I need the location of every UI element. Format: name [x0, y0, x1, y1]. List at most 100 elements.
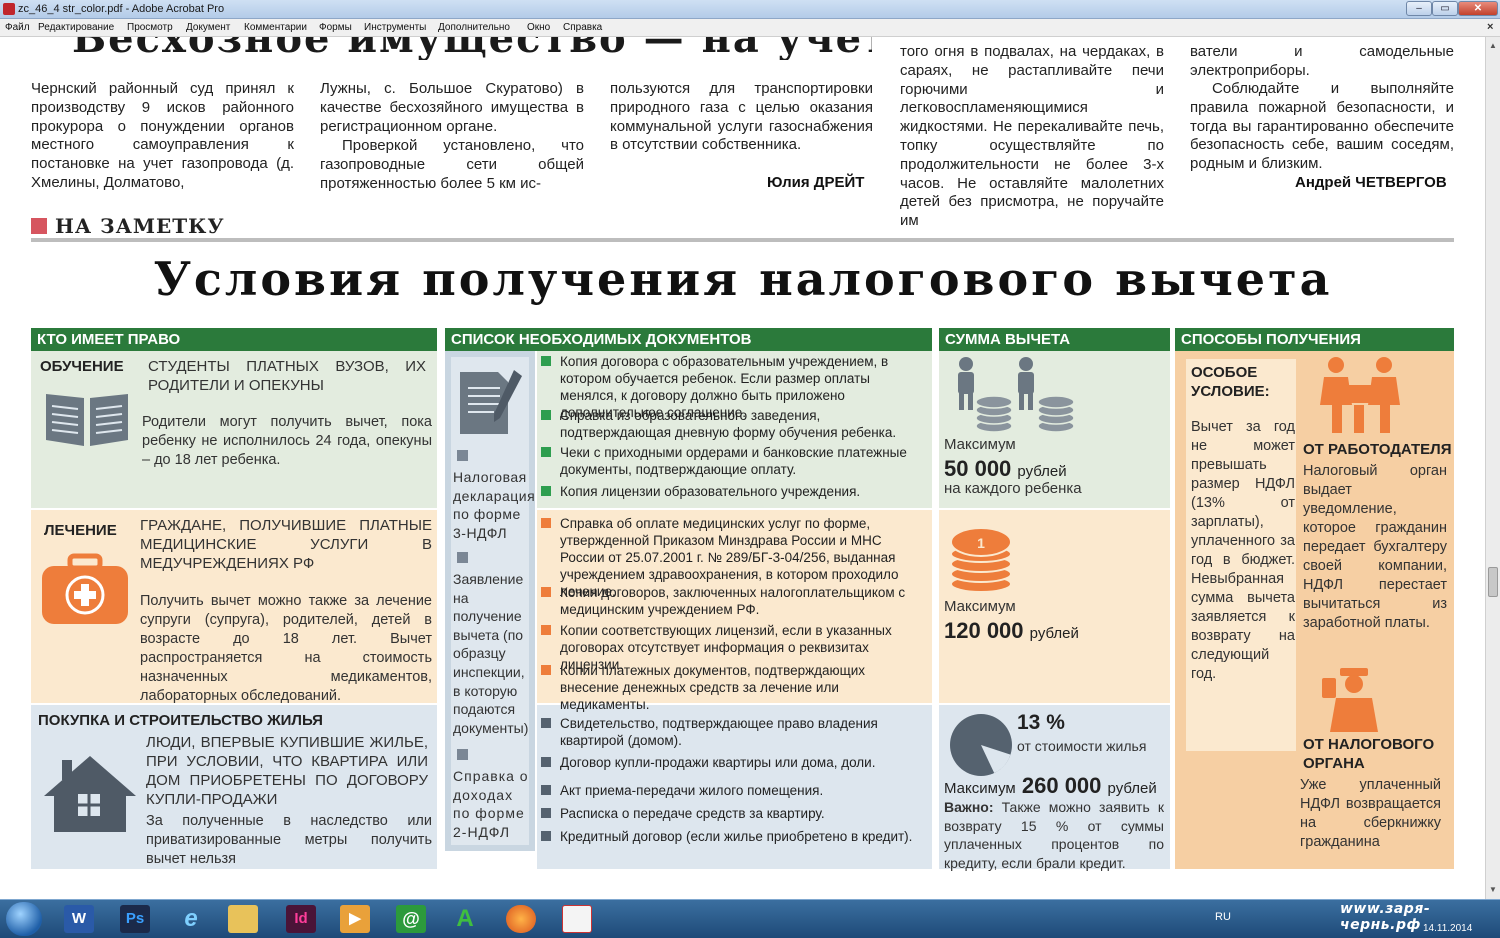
education-doc-3: Чеки с приходными ордерами и банковские … [541, 444, 926, 478]
internet-explorer-icon[interactable]: e [176, 905, 206, 933]
header-ways: СПОСОБЫ ПОЛУЧЕНИЯ [1175, 328, 1454, 351]
tax-officer-icon [1322, 668, 1378, 732]
housing-doc-3: Акт приема-передачи жилого помещения. [541, 782, 926, 799]
acrobat-icon [3, 3, 15, 15]
media-player-icon[interactable]: ▶ [340, 905, 370, 933]
site-watermark: www.заря-чернь.рф [1340, 901, 1431, 933]
document-close-button[interactable]: × [1487, 21, 1493, 33]
document-pen-icon [460, 370, 522, 434]
special-condition-title: ОСОБОЕ УСЛОВИЕ: [1191, 364, 1270, 400]
word-icon[interactable]: W [64, 905, 94, 933]
menu-comments[interactable]: Комментарии [244, 22, 307, 33]
bullet-marker [457, 450, 468, 461]
people-coins-icon [958, 357, 1075, 433]
education-label: ОБУЧЕНИЕ [40, 358, 124, 375]
housing-sum-value: Максимум 260 000 рублей [944, 773, 1157, 798]
percent-pie-chart [950, 714, 1012, 776]
svg-text:1: 1 [977, 535, 985, 551]
housing-label: ПОКУПКА И СТРОИТЕЛЬСТВО ЖИЛЬЯ [38, 712, 323, 729]
photoshop-icon[interactable]: Ps [120, 905, 150, 933]
section-marker [31, 218, 47, 234]
windows-taskbar: W Ps e Id ▶ @ A RU [0, 899, 1500, 938]
housing-important: Важно: Также можно заявить к возврату 15… [944, 799, 1164, 871]
author-signature: Юлия ДРЕЙТ [767, 174, 865, 191]
indesign-icon[interactable]: Id [286, 905, 316, 933]
bullet-marker [457, 749, 468, 760]
page-title: Условия получения налогового вычета [153, 252, 1333, 306]
education-doc-4: Копия лицензии образовательного учрежден… [541, 483, 926, 500]
treatment-sum-label: Максимум [944, 598, 1016, 615]
housing-desc: За полученные в наследство или приватизи… [146, 813, 432, 867]
education-sum-value: 50 000 рублей [944, 456, 1067, 481]
menu-document[interactable]: Документ [186, 22, 230, 33]
housing-percent: 13 % [1017, 711, 1065, 734]
clock-date[interactable]: 14.11.2014 [1423, 923, 1472, 934]
header-who: КТО ИМЕЕТ ПРАВО [31, 328, 437, 351]
app-a-icon[interactable]: A [450, 905, 480, 933]
menu-edit[interactable]: Редактирование [38, 22, 114, 33]
header-sum: СУММА ВЫЧЕТА [939, 328, 1170, 351]
common-doc-application: Заявление на получение вычета (по образц… [453, 571, 529, 736]
fire-article-column-2b: Соблюдайте и выполняйте правила пожарной… [1190, 80, 1454, 173]
start-button[interactable] [6, 902, 42, 936]
menu-bar: Файл Редактирование Просмотр Документ Ко… [0, 19, 1500, 37]
coin-stack-icon: 1 [950, 527, 1012, 593]
scroll-down-icon[interactable]: ▼ [1489, 885, 1497, 894]
tax-office-text: Уже уплаченный НДФЛ возвращается на сбер… [1300, 777, 1441, 850]
education-doc-2: Справка из образовательного заведения, п… [541, 407, 926, 441]
housing-doc-2: Договор купли-продажи квартиры или дома,… [541, 754, 926, 771]
article-column-2a: Лужны, с. Большое Скуратово) в качестве … [320, 80, 584, 135]
housing-doc-1: Свидетельство, подтверждающее право влад… [541, 715, 926, 749]
folder-icon[interactable] [228, 905, 258, 933]
author-signature-2: Андрей ЧЕТВЕРГОВ [1295, 174, 1447, 191]
common-doc-2ndfl: Справка о доходах по форме 2-НДФЛ [453, 768, 529, 840]
menu-file[interactable]: Файл [5, 22, 30, 33]
close-button[interactable]: ✕ [1458, 1, 1498, 16]
section-divider [31, 238, 1454, 242]
firefox-icon[interactable] [506, 905, 536, 933]
bullet-marker [457, 552, 468, 563]
housing-percent-note: от стоимости жилья [1017, 738, 1147, 754]
menu-help[interactable]: Справка [563, 22, 602, 33]
acrobat-taskbar-icon[interactable] [562, 905, 592, 933]
treatment-doc-4: Копии платежных документов, подтверждающ… [541, 662, 926, 713]
scroll-up-icon[interactable]: ▲ [1489, 41, 1497, 50]
treatment-sum-value: 120 000 рублей [944, 618, 1079, 643]
treatment-desc: Получить вычет можно также за лечение су… [140, 593, 432, 704]
previous-article-headline: Бесхозное имущество — на учет [72, 37, 872, 60]
menu-view[interactable]: Просмотр [127, 22, 173, 33]
mail-agent-icon[interactable]: @ [396, 905, 426, 933]
education-who: студенты платных вузов, их родители и оп… [148, 358, 426, 394]
tax-office-title: ОТ НАЛОГОВОГО ОРГАНА [1303, 736, 1435, 772]
first-aid-kit-icon [42, 553, 128, 624]
language-indicator[interactable]: RU [1215, 911, 1231, 923]
fire-article-column-1: того огня в подвалах, на чердаках, в сар… [900, 43, 1164, 230]
window-title: zc_46_4 str_color.pdf - Adobe Acrobat Pr… [18, 3, 225, 15]
section-label: НА ЗАМЕТКУ [55, 214, 225, 238]
maximize-button[interactable]: ▭ [1432, 1, 1458, 16]
education-sum-label: Максимум [944, 436, 1016, 453]
special-condition-text: Вычет за год не может превышать размер Н… [1191, 419, 1295, 682]
treatment-who: граждане, получившие платные медицинские… [140, 517, 432, 572]
housing-doc-4: Расписка о передаче средств за квартиру. [541, 805, 926, 822]
scrollbar-thumb[interactable] [1488, 567, 1498, 597]
article-column-3: пользуются для транспортировки природног… [610, 80, 873, 154]
menu-advanced[interactable]: Дополнительно [438, 22, 510, 33]
employer-handover-icon [1320, 357, 1400, 433]
employer-title: ОТ РАБОТОДАТЕЛЯ [1303, 441, 1452, 458]
header-docs: СПИСОК НЕОБХОДИМЫХ ДОКУМЕНТОВ [445, 328, 932, 351]
housing-doc-5: Кредитный договор (если жилье приобретен… [541, 828, 926, 845]
title-bar: zc_46_4 str_color.pdf - Adobe Acrobat Pr… [0, 0, 1500, 19]
employer-text: Налоговый орган выдает уведомление, кото… [1303, 463, 1447, 631]
menu-tools[interactable]: Инструменты [364, 22, 426, 33]
treatment-doc-2: Копия договоров, заключенных налогоплате… [541, 584, 926, 618]
house-icon [44, 756, 136, 832]
education-desc: Родители могут получить вычет, пока ребе… [142, 414, 432, 468]
minimize-button[interactable]: – [1406, 1, 1432, 16]
housing-who: люди, впервые купившие жилье, при услови… [146, 734, 428, 808]
vertical-scrollbar[interactable]: ▲ ▼ [1485, 37, 1500, 899]
menu-window[interactable]: Окно [527, 22, 550, 33]
menu-forms[interactable]: Формы [319, 22, 352, 33]
common-doc-3ndfl: Налоговая декларация по форме 3-НДФЛ [453, 469, 536, 541]
book-icon [46, 394, 128, 446]
